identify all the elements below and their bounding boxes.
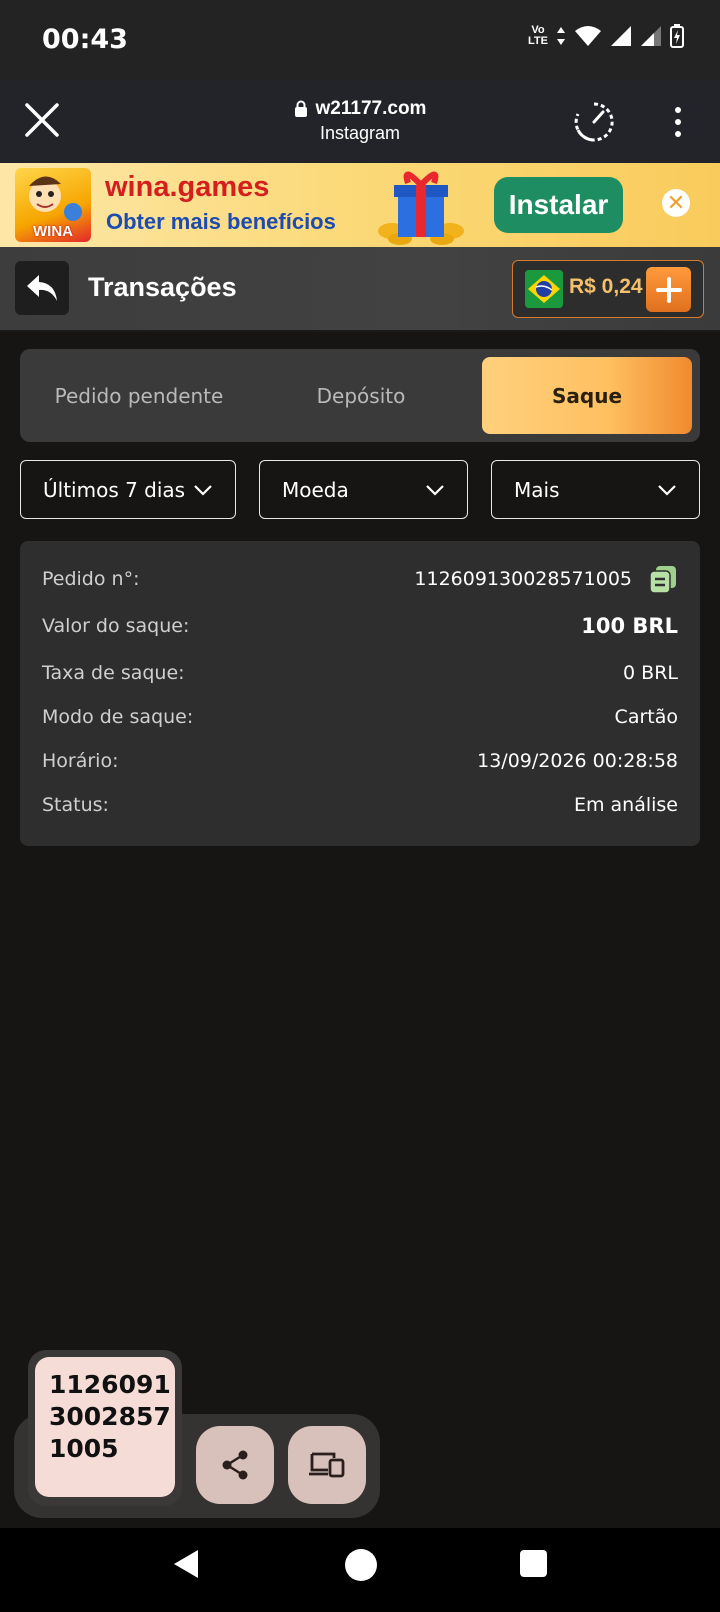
page-title: Transações	[88, 272, 237, 302]
row-withdraw-mode: Modo de saque: Cartão	[42, 702, 678, 732]
navigation-bar	[0, 1528, 720, 1612]
withdraw-mode-label: Modo de saque:	[42, 706, 194, 728]
share-button[interactable]	[196, 1426, 274, 1504]
row-status: Status: Em análise	[42, 790, 678, 820]
row-withdraw-amount: Valor do saque: 100 BRL	[42, 611, 678, 641]
withdraw-fee-value: 0 BRL	[623, 662, 678, 684]
withdraw-mode-value: Cartão	[614, 706, 678, 728]
browser-bar: w21177.com Instagram	[0, 80, 720, 163]
volte-label-2: LTE	[528, 35, 548, 47]
clipboard-preview[interactable]: 1126091 3002857 1005	[35, 1357, 175, 1497]
nav-back-icon[interactable]	[172, 1548, 200, 1580]
more-vert-icon[interactable]	[666, 104, 690, 140]
ad-title: wina.games	[105, 171, 270, 203]
transaction-card: Pedido n°: 112609130028571005 Valor do s…	[20, 541, 700, 846]
page-header: Transações R$ 0,24	[0, 247, 720, 332]
clipboard-text-line: 1005	[49, 1434, 119, 1463]
gift-icon	[378, 171, 464, 245]
status-value: Em análise	[573, 794, 678, 816]
clipboard-text: 1126091 3002857 1005	[49, 1369, 171, 1465]
row-withdraw-fee: Taxa de saque: 0 BRL	[42, 658, 678, 688]
tab-deposit[interactable]: Depósito	[252, 357, 470, 434]
status-time: 00:43	[42, 24, 128, 55]
tab-withdraw[interactable]: Saque	[482, 357, 692, 434]
order-number-label: Pedido n°:	[42, 568, 140, 590]
time-value: 13/09/2026 00:28:58	[477, 750, 678, 772]
row-order-number: Pedido n°: 112609130028571005	[42, 563, 678, 595]
ad-subtitle: Obter mais benefícios	[106, 209, 336, 234]
order-number-value: 112609130028571005	[414, 568, 632, 590]
nav-home-icon[interactable]	[345, 1549, 377, 1581]
ad-logo-text: WINA	[33, 223, 73, 240]
chevron-down-icon	[658, 484, 676, 496]
withdraw-fee-label: Taxa de saque:	[42, 662, 185, 684]
chevron-down-icon	[194, 484, 212, 496]
ad-logo: WINA	[15, 168, 91, 242]
copy-icon[interactable]	[648, 564, 678, 594]
filter-currency[interactable]: Moeda	[259, 460, 468, 519]
filter-more[interactable]: Mais	[491, 460, 700, 519]
status-label: Status:	[42, 794, 109, 816]
brazil-flag-icon	[525, 270, 563, 308]
send-to-device-button[interactable]	[288, 1426, 366, 1504]
back-button[interactable]	[15, 261, 69, 315]
plus-icon	[655, 276, 682, 303]
volte-icon: Vo LTE	[528, 25, 548, 47]
transaction-tabs: Pedido pendente Depósito Saque	[20, 349, 700, 442]
signal-2-icon	[641, 26, 661, 46]
ad-banner[interactable]: WINA wina.games Obter mais benefícios In…	[0, 163, 720, 247]
data-arrows-icon	[557, 27, 565, 45]
filter-currency-label: Moeda	[282, 477, 349, 502]
clipboard-text-line: 1126091	[49, 1370, 171, 1399]
filter-more-label: Mais	[514, 477, 560, 502]
time-label: Horário:	[42, 750, 119, 772]
share-icon	[222, 1450, 248, 1480]
balance-amount: R$ 0,24	[569, 275, 643, 298]
signal-icon	[611, 26, 631, 46]
add-funds-button[interactable]	[646, 267, 691, 312]
speed-icon[interactable]	[572, 100, 616, 144]
wifi-icon	[575, 26, 601, 46]
ad-close-icon[interactable]: ✕	[662, 189, 690, 217]
status-icons: Vo LTE	[528, 24, 684, 48]
withdraw-amount-value: 100 BRL	[581, 614, 678, 638]
filter-period-label: Últimos 7 dias	[43, 477, 186, 502]
url-domain: w21177.com	[315, 98, 427, 119]
devices-icon	[309, 1452, 345, 1478]
nav-recents-icon[interactable]	[520, 1550, 547, 1577]
chevron-down-icon	[426, 484, 444, 496]
status-bar: 00:43 Vo LTE	[0, 0, 720, 80]
withdraw-amount-label: Valor do saque:	[42, 615, 190, 637]
battery-icon	[670, 24, 684, 48]
lock-icon	[294, 100, 307, 117]
clipboard-text-line: 3002857	[49, 1402, 171, 1431]
install-button[interactable]: Instalar	[494, 177, 623, 233]
row-time: Horário: 13/09/2026 00:28:58	[42, 746, 678, 776]
tab-pending[interactable]: Pedido pendente	[28, 357, 250, 434]
balance-box[interactable]: R$ 0,24	[512, 260, 704, 318]
back-arrow-icon	[27, 275, 57, 301]
filter-period[interactable]: Últimos 7 dias	[20, 460, 236, 519]
